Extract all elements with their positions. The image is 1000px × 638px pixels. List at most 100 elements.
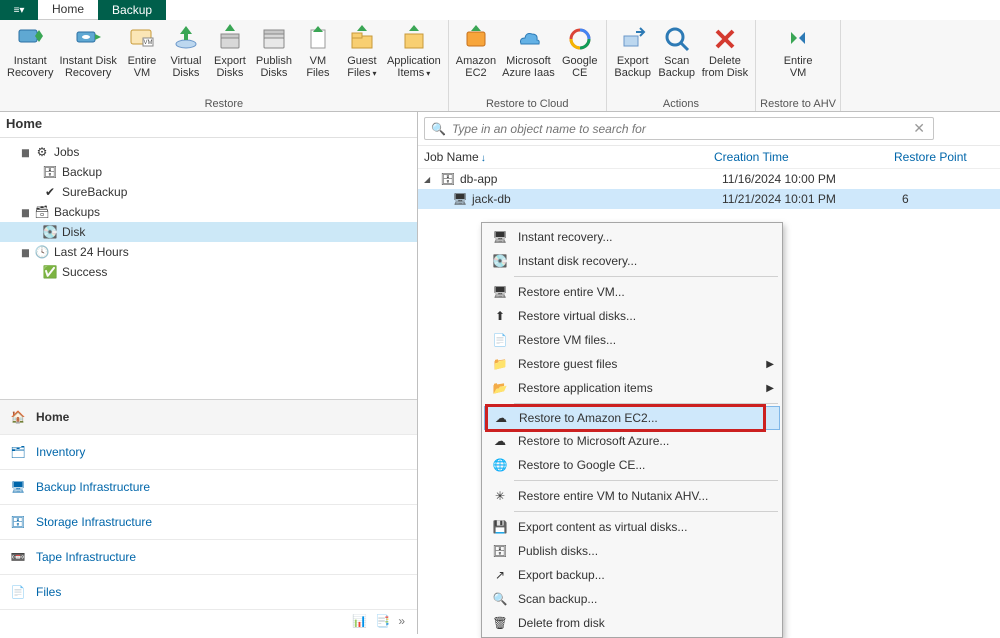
menu-separator xyxy=(514,276,778,277)
cm-restore-google-ce[interactable]: 🌐Restore to Google CE... xyxy=(484,453,780,477)
cm-instant-recovery[interactable]: 🖥Instant recovery... xyxy=(484,225,780,249)
disk-export-icon xyxy=(215,24,245,54)
cm-restore-virtual-disks[interactable]: ⬆Restore virtual disks... xyxy=(484,304,780,328)
inventory-icon: 🗂 xyxy=(8,443,28,461)
entire-vm-button[interactable]: VM Entire VM xyxy=(120,22,164,81)
ribbon-group-label: Restore xyxy=(205,98,244,111)
export-disks-button[interactable]: Export Disks xyxy=(208,22,252,81)
cm-restore-guest-files[interactable]: 📁Restore guest files▶ xyxy=(484,352,780,376)
cm-delete-from-disk[interactable]: 🗑Delete from disk xyxy=(484,611,780,635)
amazon-ec2-button[interactable]: Amazon EC2 xyxy=(453,22,499,81)
nav-backup-infra[interactable]: 🖥Backup Infrastructure xyxy=(0,470,417,505)
cm-scan-backup[interactable]: 🔍Scan backup... xyxy=(484,587,780,611)
clear-search-button[interactable]: ✕ xyxy=(911,120,927,137)
tree-backups[interactable]: ▆🗃Backups xyxy=(0,202,417,222)
delete-icon: 🗑 xyxy=(490,613,510,633)
menu-separator xyxy=(514,403,778,404)
cm-restore-microsoft-azure[interactable]: ☁Restore to Microsoft Azure... xyxy=(484,429,780,453)
search-box: 🔍 ✕ xyxy=(424,117,934,140)
jobs-icon: ⚙ xyxy=(34,144,50,160)
nav-inventory[interactable]: 🗂Inventory xyxy=(0,435,417,470)
tree-last24[interactable]: ▆🕓Last 24 Hours xyxy=(0,242,417,262)
search-input[interactable] xyxy=(452,122,911,136)
sidebar: Home ▆⚙Jobs 🗄Backup ✔SureBackup ▆🗃Backup… xyxy=(0,112,418,634)
export-backup-button[interactable]: Export Backup xyxy=(611,22,655,81)
surebackup-icon: ✔ xyxy=(42,184,58,200)
cm-restore-nutanix[interactable]: ✳Restore entire VM to Nutanix AHV... xyxy=(484,484,780,508)
history-icon[interactable]: 📑 xyxy=(375,614,390,628)
backups-icon: 🗃 xyxy=(34,204,50,220)
home-icon: 🏠 xyxy=(8,408,28,426)
instant-recovery-button[interactable]: Instant Recovery xyxy=(4,22,56,81)
magnifier-icon xyxy=(662,24,692,54)
nutanix-icon xyxy=(783,24,813,54)
azure-icon xyxy=(513,24,543,54)
cm-publish-disks[interactable]: 🗄Publish disks... xyxy=(484,539,780,563)
microsoft-azure-button[interactable]: Microsoft Azure Iaas xyxy=(499,22,558,81)
cm-restore-amazon-ec2[interactable]: ☁Restore to Amazon EC2... xyxy=(484,406,780,430)
cm-export-virtual-disks[interactable]: 💾Export content as virtual disks... xyxy=(484,515,780,539)
tab-backup[interactable]: Backup xyxy=(98,0,166,20)
ribbon-group-label: Restore to AHV xyxy=(760,98,836,111)
azure-icon: ☁ xyxy=(490,431,510,451)
application-items-button[interactable]: Application Items▾ xyxy=(384,22,444,82)
files-icon: 📄 xyxy=(8,583,28,601)
folder-icon xyxy=(347,24,377,54)
job-icon: 🗄 xyxy=(440,171,456,187)
grid-header: Job Name↓ Creation Time Restore Point xyxy=(418,146,1000,169)
app-menu-button[interactable]: ≡▾ xyxy=(0,0,38,20)
table-row[interactable]: ◢ 🗄 db-app 11/16/2024 10:00 PM xyxy=(418,169,1000,189)
nav-panels: 🏠Home 🗂Inventory 🖥Backup Infrastructure … xyxy=(0,399,417,634)
disk-up-icon xyxy=(171,24,201,54)
tab-home[interactable]: Home xyxy=(38,0,98,20)
tree-jobs[interactable]: ▆⚙Jobs xyxy=(0,142,417,162)
tree-disk[interactable]: 💽Disk xyxy=(0,222,417,242)
nav-home[interactable]: 🏠Home xyxy=(0,400,417,435)
aws-icon: ☁ xyxy=(491,408,511,428)
sidebar-tree: ▆⚙Jobs 🗄Backup ✔SureBackup ▆🗃Backups 💽Di… xyxy=(0,138,417,286)
col-creation-time[interactable]: Creation Time xyxy=(714,150,894,164)
scan-backup-button[interactable]: Scan Backup xyxy=(655,22,699,81)
col-restore-point[interactable]: Restore Point xyxy=(894,150,994,164)
virtual-disks-button[interactable]: Virtual Disks xyxy=(164,22,208,81)
delete-icon xyxy=(710,24,740,54)
nav-storage-infra[interactable]: 🗄Storage Infrastructure xyxy=(0,505,417,540)
disk-arrow-icon xyxy=(73,24,103,54)
cm-restore-app-items[interactable]: 📂Restore application items▶ xyxy=(484,376,780,400)
tree-surebackup[interactable]: ✔SureBackup xyxy=(0,182,417,202)
disk-export-icon: 💾 xyxy=(490,517,510,537)
ribbon-group-label: Restore to Cloud xyxy=(486,98,569,111)
nav-tape-infra[interactable]: 📼Tape Infrastructure xyxy=(0,540,417,575)
instant-disk-recovery-button[interactable]: Instant Disk Recovery xyxy=(56,22,119,81)
export-icon xyxy=(618,24,648,54)
ribbon-group-actions: Export Backup Scan Backup Delete from Di… xyxy=(607,20,756,111)
cm-export-backup[interactable]: ↗Export backup... xyxy=(484,563,780,587)
col-job-name[interactable]: Job Name xyxy=(424,150,479,164)
nav-footer-icons: 📊 📑 » xyxy=(0,610,417,634)
guest-files-button[interactable]: Guest Files▾ xyxy=(340,22,384,82)
entire-vm-ahv-button[interactable]: Entire VM xyxy=(776,22,820,81)
file-icon: 📄 xyxy=(490,330,510,350)
app-items-icon: 📂 xyxy=(490,378,510,398)
cm-restore-vm-files[interactable]: 📄Restore VM files... xyxy=(484,328,780,352)
tree-success[interactable]: ✅Success xyxy=(0,262,417,282)
menu-separator xyxy=(514,511,778,512)
vm-files-button[interactable]: VM Files xyxy=(296,22,340,81)
row-expander[interactable]: ◢ xyxy=(424,175,436,184)
publish-disks-button[interactable]: Publish Disks xyxy=(252,22,296,81)
sidebar-title: Home xyxy=(0,112,417,138)
app-items-icon xyxy=(399,24,429,54)
table-row[interactable]: 🖥 jack-db 11/21/2024 10:01 PM 6 xyxy=(418,189,1000,209)
disk-icon: 💽 xyxy=(42,224,58,240)
nav-expand-icon[interactable]: » xyxy=(398,614,405,628)
delete-from-disk-button[interactable]: Delete from Disk xyxy=(699,22,751,81)
svg-text:VM: VM xyxy=(143,40,152,46)
search-icon: 🔍 xyxy=(431,122,446,136)
google-ce-button[interactable]: Google CE xyxy=(558,22,602,81)
cm-restore-entire-vm[interactable]: 🖥Restore entire VM... xyxy=(484,280,780,304)
tree-backup-job[interactable]: 🗄Backup xyxy=(0,162,417,182)
nav-files[interactable]: 📄Files xyxy=(0,575,417,610)
ribbon-group-label: Actions xyxy=(663,98,699,111)
chart-icon[interactable]: 📊 xyxy=(352,614,367,628)
cm-instant-disk-recovery[interactable]: 💽Instant disk recovery... xyxy=(484,249,780,273)
